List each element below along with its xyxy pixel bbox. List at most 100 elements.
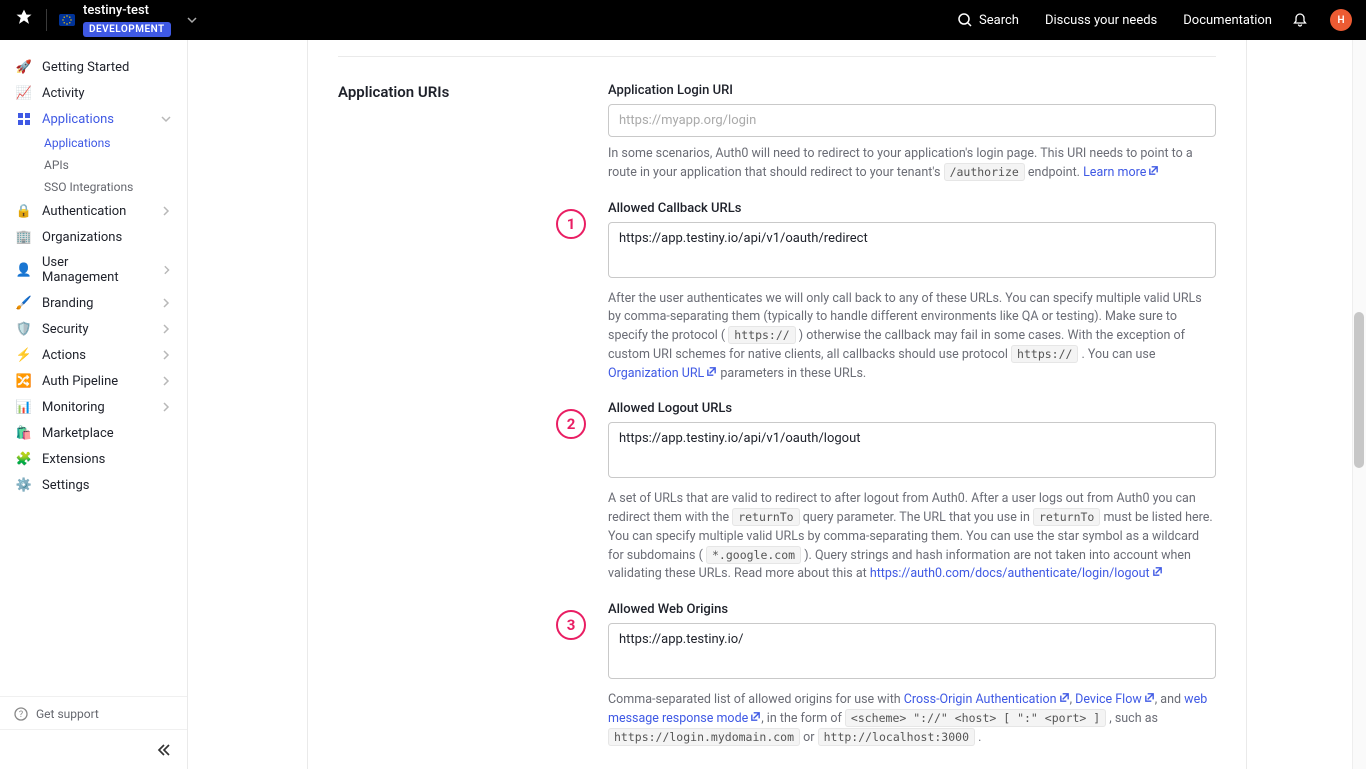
nav: 🚀 Getting Started 📈 Activity Application…	[0, 40, 187, 696]
environment-badge: DEVELOPMENT	[83, 22, 171, 37]
chevron-right-icon	[161, 350, 171, 360]
tenant-switcher[interactable]: testiny-test DEVELOPMENT	[59, 3, 197, 37]
divider	[46, 9, 47, 31]
external-link-icon	[1059, 692, 1070, 703]
sidebar-item-security[interactable]: 🛡️ Security	[8, 316, 179, 342]
search-icon	[957, 12, 973, 28]
brush-icon: 🖌️	[16, 295, 32, 311]
docs-label: Documentation	[1183, 13, 1272, 28]
sidebar-sub-apis[interactable]: APIs	[44, 154, 179, 176]
login-uri-input[interactable]	[608, 104, 1216, 137]
sidebar-item-label: Auth Pipeline	[42, 374, 118, 389]
code-https: https://	[1011, 345, 1078, 363]
field-label: Allowed Callback URLs	[608, 201, 1216, 216]
code-authorize: /authorize	[944, 163, 1025, 181]
external-link-icon	[1144, 692, 1155, 703]
get-support-link[interactable]: ? Get support	[14, 707, 173, 721]
sidebar-sub-sso[interactable]: SSO Integrations	[44, 176, 179, 198]
discuss-link[interactable]: Discuss your needs	[1045, 13, 1157, 28]
sidebar-item-label: Authentication	[42, 204, 126, 219]
scrollbar-track[interactable]	[1352, 40, 1366, 769]
sidebar-item-actions[interactable]: ⚡ Actions	[8, 342, 179, 368]
shop-icon: 🛍️	[16, 425, 32, 441]
scrollbar-thumb[interactable]	[1354, 312, 1364, 468]
avatar[interactable]: H	[1330, 9, 1352, 31]
external-link-icon	[1152, 566, 1163, 577]
callback-urls-textarea[interactable]	[608, 222, 1216, 278]
sidebar-item-label: Actions	[42, 348, 86, 363]
rocket-icon: 🚀	[16, 59, 32, 75]
organization-url-link[interactable]: Organization URL	[608, 366, 717, 381]
code-wildcard: *.google.com	[706, 546, 801, 564]
sidebar: 🚀 Getting Started 📈 Activity Application…	[0, 40, 188, 769]
code-returnto: returnTo	[1033, 508, 1100, 526]
helper-text: After the user authenticates we will onl…	[608, 290, 1216, 384]
sidebar-item-label: Settings	[42, 478, 89, 493]
sidebar-item-organizations[interactable]: 🏢 Organizations	[8, 224, 179, 250]
field-label: Allowed Web Origins	[608, 602, 1216, 617]
chevrons-left-icon	[157, 743, 171, 757]
search-button[interactable]: Search	[957, 12, 1019, 28]
bolt-icon: ⚡	[16, 347, 32, 363]
sidebar-sub-applications[interactable]: Applications	[44, 132, 179, 154]
external-link-icon	[1148, 165, 1159, 176]
learn-more-link[interactable]: Learn more	[1083, 165, 1159, 180]
sidebar-item-monitoring[interactable]: 📊 Monitoring	[8, 394, 179, 420]
sidebar-collapse-button[interactable]	[0, 729, 187, 769]
code-scheme-form: <scheme> "://" <host> [ ":" <port> ]	[845, 709, 1106, 727]
code-https: https://	[728, 326, 795, 344]
documentation-link[interactable]: Documentation	[1183, 13, 1272, 28]
field-label: Allowed Logout URLs	[608, 401, 1216, 416]
field-callback-urls: 1 Allowed Callback URLs After the user a…	[608, 201, 1216, 384]
svg-text:?: ?	[19, 710, 23, 720]
chevron-right-icon	[161, 298, 171, 308]
gear-icon: ⚙️	[16, 477, 32, 493]
field-logout-urls: 2 Allowed Logout URLs A set of URLs that…	[608, 401, 1216, 584]
bars-icon: 📊	[16, 399, 32, 415]
chevron-right-icon	[162, 265, 171, 275]
cors-auth-link[interactable]: Cross-Origin Authentication	[904, 692, 1070, 707]
sidebar-item-authentication[interactable]: 🔒 Authentication	[8, 198, 179, 224]
sidebar-item-branding[interactable]: 🖌️ Branding	[8, 290, 179, 316]
notifications-button[interactable]	[1292, 12, 1308, 28]
org-icon: 🏢	[16, 229, 32, 245]
support-label: Get support	[36, 707, 99, 721]
helper-text: Comma-separated list of allowed origins …	[608, 691, 1216, 747]
settings-card: Application URIs Application Login URI I…	[307, 40, 1247, 769]
apps-icon	[16, 111, 32, 127]
field-login-uri: Application Login URI In some scenarios,…	[608, 83, 1216, 183]
chevron-down-icon	[187, 15, 197, 25]
sidebar-item-activity[interactable]: 📈 Activity	[8, 80, 179, 106]
logout-urls-textarea[interactable]	[608, 422, 1216, 478]
chevron-right-icon	[161, 324, 171, 334]
sidebar-item-label: Applications	[42, 112, 114, 127]
sidebar-item-label: User Management	[42, 255, 142, 285]
sidebar-item-label: Branding	[42, 296, 93, 311]
field-web-origins: 3 Allowed Web Origins Comma-separated li…	[608, 602, 1216, 747]
sidebar-item-label: Security	[42, 322, 89, 337]
sidebar-item-applications[interactable]: Applications	[8, 106, 179, 132]
discuss-label: Discuss your needs	[1045, 13, 1157, 28]
sidebar-item-extensions[interactable]: 🧩 Extensions	[8, 446, 179, 472]
shield-icon: 🛡️	[16, 321, 32, 337]
sidebar-item-auth-pipeline[interactable]: 🔀 Auth Pipeline	[8, 368, 179, 394]
content-scroll-area[interactable]: Application URIs Application Login URI I…	[188, 40, 1366, 769]
logout-docs-link[interactable]: https://auth0.com/docs/authenticate/logi…	[870, 566, 1163, 581]
auth0-logo[interactable]	[14, 8, 34, 32]
sidebar-item-marketplace[interactable]: 🛍️ Marketplace	[8, 420, 179, 446]
avatar-initial: H	[1337, 15, 1344, 26]
device-flow-link[interactable]: Device Flow	[1075, 692, 1155, 707]
sidebar-item-label: Activity	[42, 86, 85, 101]
chevron-right-icon	[161, 206, 171, 216]
field-label: Application Login URI	[608, 83, 1216, 98]
sidebar-item-user-management[interactable]: 👤 User Management	[8, 250, 179, 290]
sidebar-item-settings[interactable]: ⚙️ Settings	[8, 472, 179, 498]
user-icon: 👤	[16, 262, 32, 278]
eu-flag-icon	[59, 14, 75, 26]
code-example-2: http://localhost:3000	[818, 728, 975, 746]
code-example-1: https://login.mydomain.com	[608, 728, 800, 746]
sidebar-item-getting-started[interactable]: 🚀 Getting Started	[8, 54, 179, 80]
bell-icon	[1292, 12, 1308, 28]
web-origins-textarea[interactable]	[608, 623, 1216, 679]
helper-text: In some scenarios, Auth0 will need to re…	[608, 145, 1216, 183]
